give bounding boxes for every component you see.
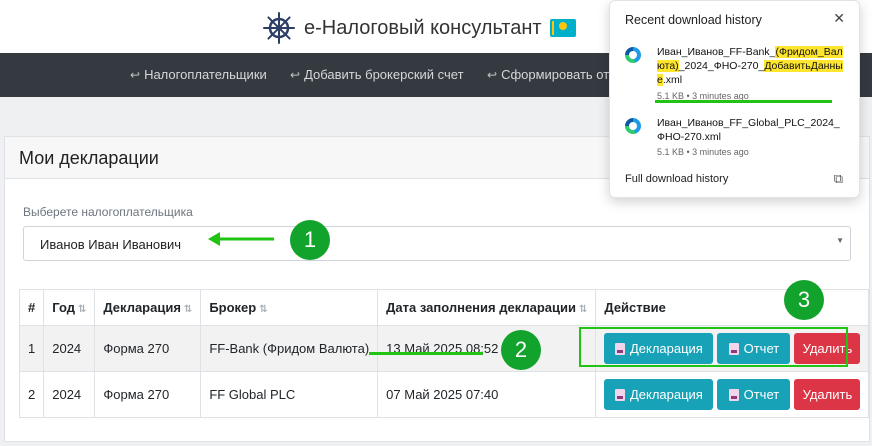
cell-broker: FF-Bank (Фридом Валюта) — [200, 325, 379, 372]
brand[interactable]: e-Налоговый консультант — [262, 8, 576, 48]
col-broker-header[interactable]: Брокер ⇅ — [200, 289, 379, 326]
cell-number: 1 — [18, 325, 45, 372]
caret-down-icon: ▼ — [836, 236, 844, 245]
nav-item-generate-report[interactable]: ↩ Сформировать отч — [487, 67, 616, 82]
table-row: 2 2024 Форма 270 FF Global PLC 07 Май 20… — [18, 371, 870, 418]
refresh-icon: ↩ — [290, 67, 301, 82]
annotation-badge-2: 2 — [501, 330, 541, 370]
delete-button[interactable]: Удалить — [794, 379, 861, 410]
annotation-badge-1: 1 — [290, 220, 330, 260]
annotation-underline-date — [369, 352, 483, 355]
page-title: Мои декларации — [19, 148, 159, 168]
col-number-header: # — [18, 289, 45, 326]
download-history-popup: Recent download history ✕ Иван_Иванов_FF… — [609, 0, 860, 198]
col-year-header[interactable]: Год ⇅ — [43, 289, 96, 326]
nav-item-taxpayers[interactable]: ↩ Налогоплательщики — [130, 67, 267, 82]
col-date-header[interactable]: Дата заполнения декларации ⇅ — [377, 289, 597, 326]
cell-declaration: Форма 270 — [94, 371, 202, 418]
download-popup-title: Recent download history — [625, 13, 762, 27]
annotation-underline-filename — [655, 100, 832, 103]
annotation-box-actions — [579, 327, 848, 367]
full-download-history-link[interactable]: Full download history — [625, 173, 728, 185]
app-title: e-Налоговый консультант — [304, 16, 542, 39]
document-icon — [614, 388, 625, 401]
download-file-name: Иван_Иванов_FF-Bank_(Фридом_Валюта)_2024… — [657, 46, 843, 86]
cell-actions: Декларация Отчет Удалить — [595, 371, 870, 418]
col-action-header: Действие — [595, 289, 870, 326]
close-icon[interactable]: ✕ — [833, 10, 845, 27]
table-header-row: # Год ⇅ Декларация ⇅ Брокер ⇅ Дата заполнен… — [18, 289, 870, 326]
cell-broker: FF Global PLC — [200, 371, 379, 418]
nav-item-label: Налогоплательщики — [144, 67, 267, 82]
taxpayer-select-label: Выберете налогоплательщика — [23, 205, 193, 219]
edge-browser-icon — [625, 47, 641, 63]
download-file-name: Иван_Иванов_FF_Global_PLC_2024_ФНО-270.x… — [657, 117, 840, 143]
download-item[interactable]: Иван_Иванов_FF-Bank_(Фридом_Валюта)_2024… — [625, 45, 855, 103]
taxpayer-select[interactable]: Иванов Иван Иванович ▼ — [23, 226, 851, 261]
download-file-meta: 5.1 KB • 3 minutes ago — [657, 147, 749, 157]
ship-wheel-icon — [263, 12, 295, 44]
taxpayer-select-value: Иванов Иван Иванович — [40, 237, 182, 252]
annotation-badge-3: 3 — [784, 280, 824, 320]
sort-icon: ⇅ — [579, 304, 588, 315]
sort-icon: ⇅ — [77, 304, 87, 315]
cell-date: 13 Май 2025 08:52 — [377, 325, 597, 372]
refresh-icon: ↩ — [487, 67, 498, 82]
cell-year: 2024 — [43, 371, 96, 418]
cell-date: 07 Май 2025 07:40 — [377, 371, 597, 418]
cell-number: 2 — [18, 371, 45, 418]
refresh-icon: ↩ — [130, 67, 141, 82]
download-item[interactable]: Иван_Иванов_FF_Global_PLC_2024_ФНО-270.x… — [625, 116, 855, 161]
arrow-left-icon — [208, 232, 274, 246]
document-icon — [728, 388, 739, 401]
kazakhstan-flag-icon — [549, 19, 576, 37]
edge-browser-icon — [625, 118, 641, 134]
nav-item-add-broker-account[interactable]: ↩ Добавить брокерский счет — [290, 67, 464, 82]
nav-item-label: Добавить брокерский счет — [304, 67, 464, 82]
sort-icon: ⇅ — [259, 304, 268, 315]
open-external-icon[interactable]: ⧉ — [834, 171, 843, 187]
cell-year: 2024 — [43, 325, 96, 372]
declaration-button[interactable]: Декларация — [604, 379, 714, 410]
col-declaration-header[interactable]: Декларация ⇅ — [94, 289, 202, 326]
nav-item-label: Сформировать отч — [501, 67, 616, 82]
report-button[interactable]: Отчет — [717, 379, 791, 410]
cell-declaration: Форма 270 — [94, 325, 202, 372]
sort-icon: ⇅ — [183, 304, 193, 315]
